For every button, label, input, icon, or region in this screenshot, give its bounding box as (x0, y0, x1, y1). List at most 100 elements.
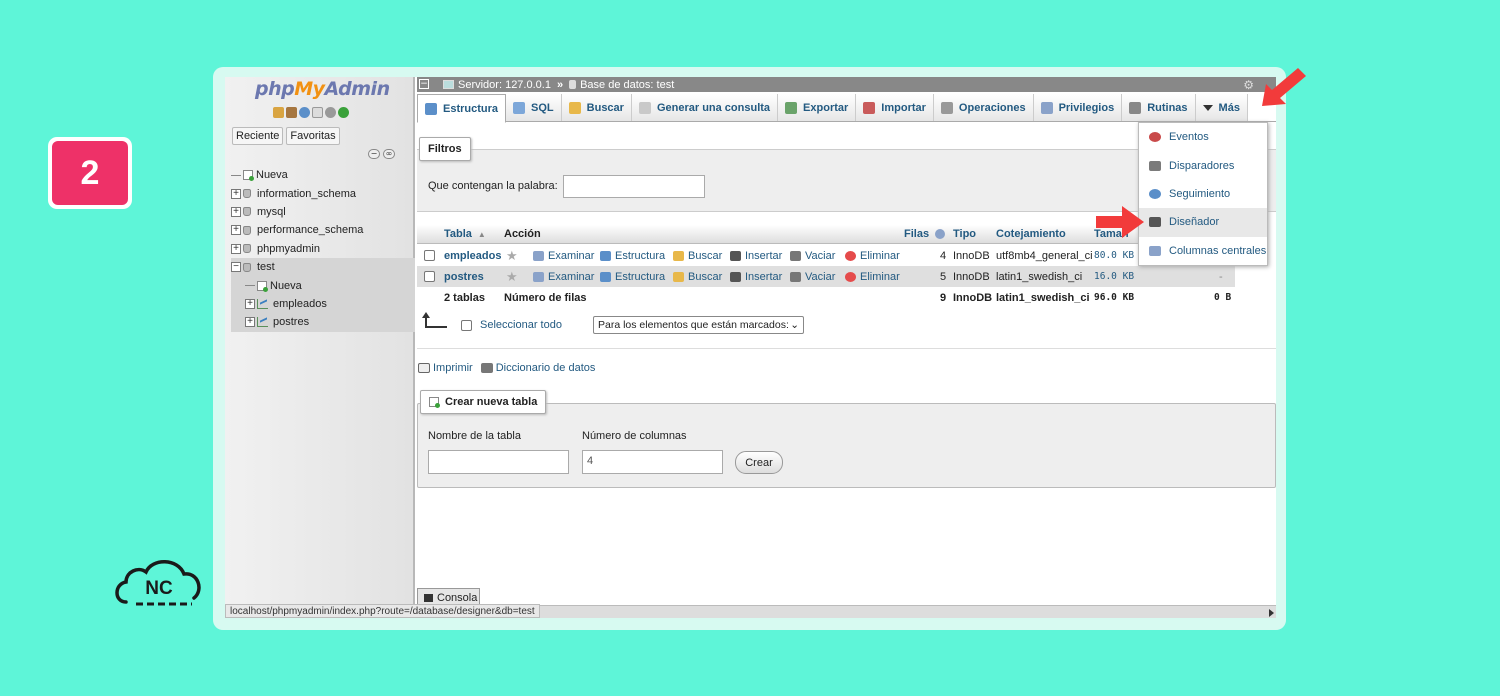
tab-2[interactable]: Buscar (561, 94, 632, 121)
table-icon (257, 298, 268, 309)
phpmyadmin-logo[interactable]: phpMyAdmin (255, 78, 390, 100)
total-action: Número de filas (504, 291, 587, 304)
filter-label: Que contengan la palabra: (428, 180, 558, 192)
tree-item[interactable]: + phpmyadmin (231, 240, 415, 258)
tab-4[interactable]: Exportar (778, 94, 857, 121)
link-icon[interactable]: ∞ (383, 149, 395, 159)
recent-tab[interactable]: Reciente (232, 127, 284, 145)
scroll-right-icon[interactable] (1269, 609, 1274, 617)
tree-item-label: phpmyadmin (257, 242, 320, 255)
action-link[interactable]: Buscar (673, 245, 722, 266)
collapse-icon[interactable]: − (231, 262, 241, 273)
tree-item[interactable]: + performance_schema (231, 221, 415, 239)
expand-icon[interactable]: + (231, 206, 241, 217)
favorite-star-icon[interactable]: ★ (506, 245, 518, 266)
collapse-nav-button[interactable]: − (419, 79, 429, 89)
action-link[interactable]: Vaciar (790, 245, 835, 266)
row-checkbox[interactable] (424, 271, 435, 282)
create-table-fieldset (417, 403, 1276, 488)
expand-icon[interactable]: + (231, 225, 241, 236)
tab-9[interactable]: Más (1195, 94, 1248, 121)
tree-item[interactable]: + empleados (231, 294, 415, 314)
col-cotejamiento[interactable]: Cotejamiento (996, 225, 1066, 243)
tab-0[interactable]: Estructura (417, 94, 507, 123)
navigation-panel: phpMyAdmin Reciente Favoritas − ∞ Nueva +… (225, 77, 415, 618)
server-icon (443, 80, 454, 89)
tab-label: Exportar (803, 101, 849, 114)
action-link[interactable]: Estructura (600, 266, 665, 287)
tab-3[interactable]: Generar una consulta (631, 94, 779, 121)
menu-item-label: Disparadores (1169, 159, 1235, 172)
create-button[interactable]: Crear (735, 451, 783, 474)
table-name-label: Nombre de la tabla (428, 430, 521, 442)
select-all-label[interactable]: Seleccionar todo (480, 319, 562, 331)
tree-item[interactable]: Nueva (231, 276, 415, 295)
favorite-star-icon[interactable]: ★ (506, 266, 518, 287)
menu-item[interactable]: Eventos (1139, 123, 1267, 151)
help-icon[interactable] (935, 229, 946, 239)
action-link[interactable]: Examinar (533, 245, 594, 266)
action-link[interactable]: Insertar (730, 245, 782, 266)
docs-icon[interactable] (312, 107, 323, 118)
logout-icon[interactable] (286, 107, 297, 118)
menu-item[interactable]: Disparadores (1139, 151, 1267, 179)
action-icon (673, 271, 684, 282)
action-label: Buscar (688, 249, 723, 262)
tab-1[interactable]: SQL (506, 94, 562, 121)
col-tabla[interactable]: Tabla ▲ (444, 225, 486, 243)
gear-icon[interactable]: ⚙ (1243, 78, 1254, 92)
menu-item[interactable]: Columnas centrales (1139, 237, 1267, 265)
action-link[interactable]: Buscar (673, 266, 722, 287)
help-icon[interactable] (299, 107, 310, 118)
logo-admin: Admin (324, 78, 391, 100)
action-icon (600, 250, 611, 261)
action-link[interactable]: Eliminar (845, 245, 900, 266)
print-link[interactable]: Imprimir (418, 362, 473, 374)
action-link[interactable]: Vaciar (790, 266, 835, 287)
tree-item[interactable]: Nueva (231, 166, 415, 184)
settings-icon[interactable] (325, 107, 336, 118)
tab-8[interactable]: Rutinas (1122, 94, 1196, 121)
reload-icon[interactable] (338, 107, 349, 118)
collapse-all-icon[interactable]: − (368, 149, 380, 159)
filter-input[interactable] (563, 175, 705, 198)
tree-item[interactable]: + information_schema (231, 184, 415, 202)
breadcrumb-server[interactable]: Servidor: 127.0.0.1 (458, 79, 551, 91)
tree-item[interactable]: − test (231, 257, 415, 277)
action-link[interactable]: Insertar (730, 266, 782, 287)
tree-item[interactable]: + postres (231, 313, 415, 332)
expand-icon[interactable]: + (231, 243, 241, 254)
tab-7[interactable]: Privilegios (1033, 94, 1123, 121)
col-filas[interactable]: Filas (904, 225, 946, 243)
home-icon[interactable] (273, 107, 284, 118)
table-name-link[interactable]: empleados (444, 245, 501, 266)
expand-icon[interactable]: + (245, 298, 255, 309)
table-name-input[interactable] (428, 450, 569, 474)
expand-icon[interactable]: + (245, 317, 255, 328)
expand-icon[interactable]: + (231, 188, 241, 199)
action-link[interactable]: Estructura (600, 245, 665, 266)
action-link[interactable]: Eliminar (845, 266, 900, 287)
menu-item[interactable]: Diseñador (1139, 208, 1267, 237)
tab-5[interactable]: Importar (856, 94, 934, 121)
tree-item[interactable]: + mysql (231, 203, 415, 221)
horizontal-scrollbar[interactable] (417, 605, 1276, 618)
nc-cloud-logo: NC (115, 560, 201, 606)
favorites-tab[interactable]: Favoritas (286, 127, 340, 145)
column-count-input[interactable]: 4 (582, 450, 723, 474)
col-tipo[interactable]: Tipo (953, 225, 976, 243)
select-all-checkbox[interactable] (461, 320, 472, 331)
tab-6[interactable]: Operaciones (933, 94, 1034, 121)
row-size[interactable]: 80.0 KB (1094, 245, 1134, 266)
bulk-action-select[interactable]: Para los elementos que están marcados: ⌄ (593, 316, 804, 334)
data-dictionary-link[interactable]: Diccionario de datos (480, 362, 595, 374)
row-size[interactable]: 16.0 KB (1094, 266, 1134, 287)
menu-item[interactable]: Seguimiento (1139, 180, 1267, 208)
create-table-title: Crear nueva tabla (445, 396, 538, 408)
table-name-link[interactable]: postres (444, 266, 484, 287)
create-table-legend[interactable]: Crear nueva tabla (420, 390, 547, 414)
row-checkbox[interactable] (424, 250, 435, 261)
chevron-down-icon (1202, 104, 1213, 111)
action-link[interactable]: Examinar (533, 266, 594, 287)
breadcrumb-database[interactable]: Base de datos: test (580, 79, 674, 91)
